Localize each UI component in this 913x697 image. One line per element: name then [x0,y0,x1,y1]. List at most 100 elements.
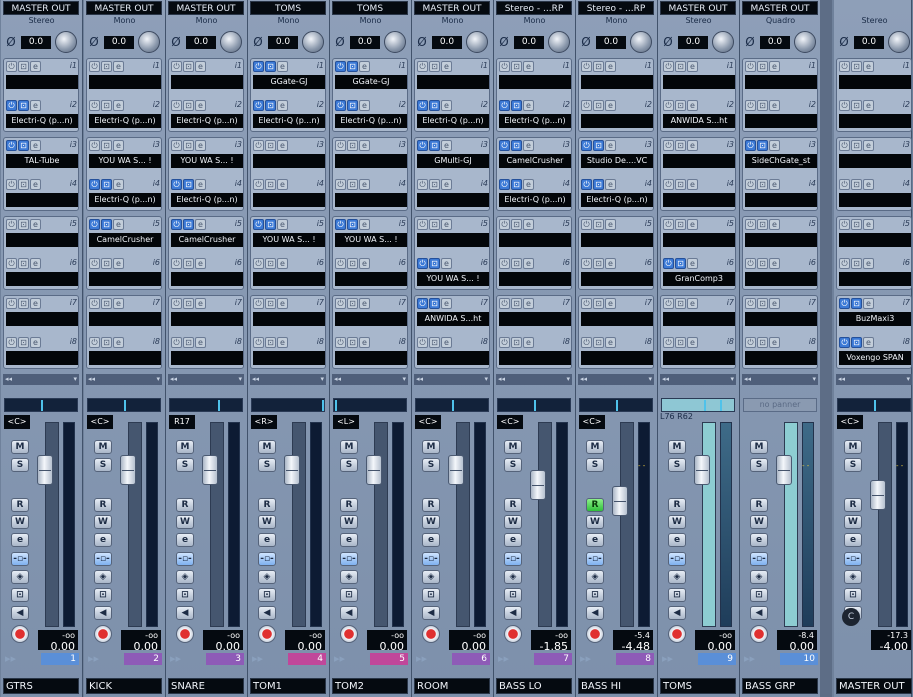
channel-edit-button[interactable]: e [750,533,768,547]
insert-edit-button[interactable]: e [687,258,698,269]
insert-edit-button[interactable]: e [30,219,41,230]
channel-edit-button[interactable]: e [94,533,112,547]
inserts-footer-bar[interactable]: ◂◂ ▾ [496,374,572,385]
insert-slot-5[interactable] [499,233,571,247]
insert-slot-3[interactable]: CamelCrusher [499,154,571,168]
mute-button[interactable]: M [422,440,440,454]
insert-settings-button[interactable]: ⊡ [851,140,862,151]
insert-slot-6[interactable] [335,272,407,286]
insert-slot-3[interactable]: GMulti-GJ [417,154,489,168]
record-button[interactable] [11,625,29,643]
insert-bypass-button[interactable]: ⏻ [253,258,264,269]
fader-track[interactable] [456,422,470,627]
record-button[interactable] [258,625,276,643]
insert-slot-7[interactable] [581,312,653,326]
insert-slot-7[interactable] [253,312,325,326]
mono-button[interactable]: C [842,608,860,626]
insert-edit-button[interactable]: e [441,61,452,72]
insert-bypass-button[interactable]: ⏻ [89,337,100,348]
lock-icon[interactable]: ⊡ [11,588,29,602]
mute-button[interactable]: M [340,440,358,454]
insert-slot-5[interactable]: CamelCrusher [89,233,161,247]
insert-edit-button[interactable]: e [195,140,206,151]
insert-edit-button[interactable]: e [863,219,874,230]
insert-bypass-button[interactable]: ⏻ [417,258,428,269]
insert-settings-button[interactable]: ⊡ [101,179,112,190]
volume-readout[interactable]: -oo 0.00 [121,630,161,652]
insert-bypass-button[interactable]: ⏻ [745,337,756,348]
insert-slot-7[interactable] [6,312,78,326]
lock-icon[interactable]: ⊡ [340,588,358,602]
insert-slot-3[interactable]: TAL-Tube [6,154,78,168]
channel-settings-icon[interactable]: ◈ [94,570,112,584]
insert-edit-button[interactable]: e [359,219,370,230]
insert-edit-button[interactable]: e [359,61,370,72]
input-gain-value[interactable]: 0.0 [104,36,134,49]
fader-track[interactable] [374,422,388,627]
insert-slot-6[interactable] [745,272,817,286]
lock-icon[interactable]: ⊡ [94,588,112,602]
fader-track[interactable] [292,422,306,627]
insert-bypass-button[interactable]: ⏻ [745,61,756,72]
insert-settings-button[interactable]: ⊡ [265,140,276,151]
phase-invert-icon[interactable]: Ø [497,35,511,49]
insert-settings-button[interactable]: ⊡ [593,219,604,230]
expand-arrow-icon[interactable]: ▸▸ [5,652,16,665]
insert-slot-6[interactable] [89,272,161,286]
insert-settings-button[interactable]: ⊡ [101,61,112,72]
insert-edit-button[interactable]: e [195,258,206,269]
insert-settings-button[interactable]: ⊡ [265,219,276,230]
insert-slot-4[interactable]: Electri-Q (p...n) [89,193,161,207]
volume-fader-handle[interactable] [776,455,792,485]
insert-slot-5[interactable] [6,233,78,247]
lock-icon[interactable]: ⊡ [176,588,194,602]
volume-fader-handle[interactable] [612,486,628,516]
insert-slot-7[interactable] [499,312,571,326]
insert-edit-button[interactable]: e [523,258,534,269]
insert-settings-button[interactable]: ⊡ [675,337,686,348]
inserts-footer-bar[interactable]: ◂◂ ▾ [168,374,244,385]
insert-edit-button[interactable]: e [113,100,124,111]
solo-button[interactable]: S [844,458,862,472]
insert-settings-button[interactable]: ⊡ [757,298,768,309]
monitor-button[interactable]: -▫- [844,552,862,566]
channel-settings-icon[interactable]: ◈ [176,570,194,584]
insert-bypass-button[interactable]: ⏻ [499,258,510,269]
channel-name[interactable]: GTRS [3,678,79,694]
insert-bypass-button[interactable]: ⏻ [417,337,428,348]
insert-settings-button[interactable]: ⊡ [675,140,686,151]
insert-bypass-button[interactable]: ⏻ [417,179,428,190]
volume-fader-handle[interactable] [870,480,886,510]
insert-edit-button[interactable]: e [277,258,288,269]
insert-bypass-button[interactable]: ⏻ [335,100,346,111]
insert-bypass-button[interactable]: ⏻ [745,258,756,269]
insert-bypass-button[interactable]: ⏻ [745,100,756,111]
insert-slot-1[interactable] [499,75,571,89]
mute-button[interactable]: M [176,440,194,454]
insert-slot-7[interactable] [745,312,817,326]
insert-settings-button[interactable]: ⊡ [511,61,522,72]
insert-slot-1[interactable] [839,75,911,89]
insert-settings-button[interactable]: ⊡ [265,258,276,269]
insert-settings-button[interactable]: ⊡ [593,337,604,348]
insert-settings-button[interactable]: ⊡ [429,179,440,190]
insert-slot-8[interactable] [253,351,325,365]
insert-edit-button[interactable]: e [441,140,452,151]
record-button[interactable] [94,625,112,643]
insert-edit-button[interactable]: e [441,179,452,190]
insert-settings-button[interactable]: ⊡ [429,298,440,309]
insert-settings-button[interactable]: ⊡ [183,219,194,230]
channel-settings-icon[interactable]: ◈ [668,570,686,584]
insert-slot-1[interactable] [745,75,817,89]
channel-edit-button[interactable]: e [668,533,686,547]
insert-edit-button[interactable]: e [359,337,370,348]
dropdown-arrow-icon[interactable]: ▾ [730,374,734,385]
pan-value[interactable]: <C> [87,415,113,429]
speaker-icon[interactable]: ◀ [340,606,358,620]
insert-settings-button[interactable]: ⊡ [347,219,358,230]
insert-edit-button[interactable]: e [863,337,874,348]
insert-edit-button[interactable]: e [687,219,698,230]
insert-edit-button[interactable]: e [359,258,370,269]
insert-settings-button[interactable]: ⊡ [593,61,604,72]
insert-settings-button[interactable]: ⊡ [265,179,276,190]
